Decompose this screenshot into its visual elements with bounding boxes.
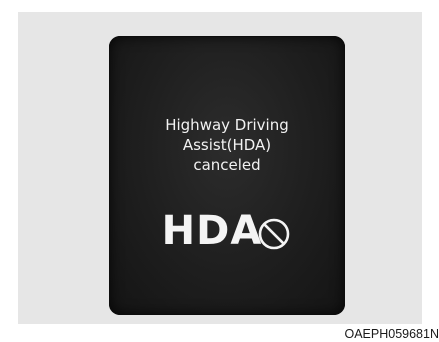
message-line-3: canceled <box>193 156 261 174</box>
cancel-prohibited-icon <box>259 218 290 250</box>
hda-indicator: HDA <box>109 206 345 256</box>
message-line-2: Assist(HDA) <box>182 136 272 154</box>
image-code-caption: OAEPH059681N <box>344 327 439 341</box>
hda-indicator-text: HDA <box>161 208 263 254</box>
message-line-1: Highway Driving <box>165 116 289 134</box>
cluster-display: Highway Driving Assist(HDA) canceled HDA <box>109 36 345 315</box>
